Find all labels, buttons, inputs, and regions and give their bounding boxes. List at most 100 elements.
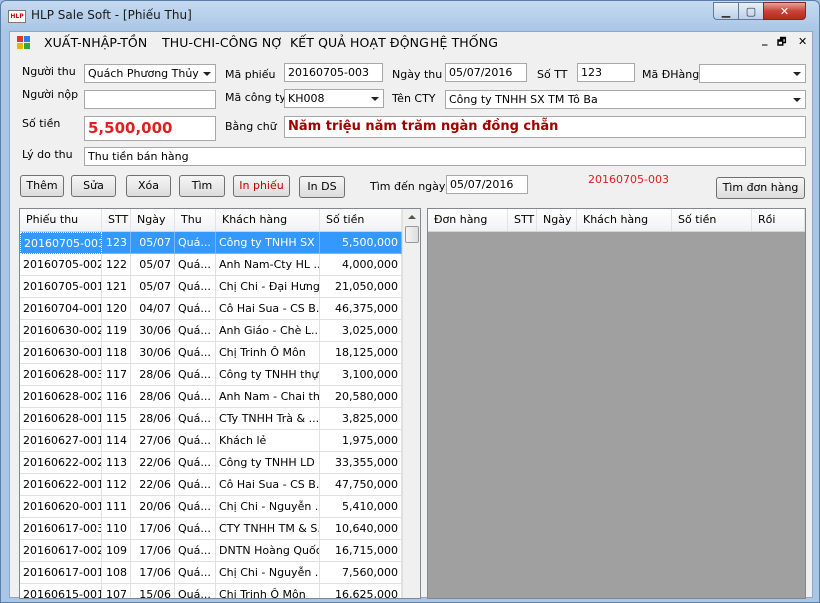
col-order-so-tien[interactable]: Số tiền: [672, 209, 752, 231]
table-row[interactable]: 20160628-003 117 28/06 Quá... Công ty TNHH t…: [20, 364, 402, 386]
ten-cty-combo[interactable]: Công ty TNHH SX TM Tô Ba: [445, 90, 806, 109]
table-cell: 30/06: [131, 342, 175, 364]
chevron-down-icon[interactable]: [790, 91, 803, 108]
col-so-tien[interactable]: Số tiền: [320, 209, 402, 231]
chevron-down-icon[interactable]: [790, 65, 803, 82]
table-cell: 05/07: [131, 232, 175, 254]
chevron-down-icon[interactable]: [368, 90, 381, 107]
table-cell: Khách lẻ: [216, 430, 320, 452]
table-row[interactable]: 20160615-001 107 15/06 Quá... Chị Trinh Ô Mô…: [20, 584, 402, 598]
nguoi-nop-field[interactable]: [84, 90, 216, 109]
table-row[interactable]: 20160628-001 115 28/06 Quá... CTy TNHH Trà &…: [20, 408, 402, 430]
close-button[interactable]: ✕: [763, 2, 806, 20]
tim-button[interactable]: Tìm: [179, 175, 225, 197]
table-row[interactable]: 20160622-002 113 22/06 Quá... Công ty TNHH L…: [20, 452, 402, 474]
so-tt-label: Số TT: [537, 68, 568, 81]
mdi-close-button[interactable]: ✕: [798, 35, 807, 48]
window-title: HLP Sale Soft - [Phiếu Thu]: [31, 8, 192, 22]
table-cell: 20160705-002: [20, 254, 102, 276]
scroll-thumb[interactable]: [405, 226, 419, 243]
ten-cty-value: Công ty TNHH SX TM Tô Ba: [449, 93, 598, 106]
table-cell: Chị Chi - Đại Hưng: [216, 276, 320, 298]
in-phieu-button[interactable]: In phiếu: [233, 175, 290, 197]
table-cell: 123: [102, 232, 131, 254]
table-row[interactable]: 20160617-003 110 17/06 Quá... CTY TNHH TM & …: [20, 518, 402, 540]
table-row[interactable]: 20160617-001 108 17/06 Quá... Chị Chi - Nguy…: [20, 562, 402, 584]
table-row[interactable]: 20160704-001 120 04/07 Quá... Cô Hai Sua - C…: [20, 298, 402, 320]
col-thu[interactable]: Thu: [175, 209, 216, 231]
table-cell: 17/06: [131, 540, 175, 562]
table-row[interactable]: 20160628-002 116 28/06 Quá... Anh Nam - Chai…: [20, 386, 402, 408]
table-row[interactable]: 20160622-001 112 22/06 Quá... Cô Hai Sua - C…: [20, 474, 402, 496]
col-stt[interactable]: STT: [102, 209, 131, 231]
menu-ket-qua-hoat-dong[interactable]: KẾT QUẢ HOẠT ĐỘNG: [290, 35, 429, 50]
nguoi-thu-combo[interactable]: Quách Phương Thủy: [84, 64, 216, 83]
mdi-restore-button[interactable]: 🗗: [777, 35, 786, 52]
col-order-roi[interactable]: Rồi: [752, 209, 805, 231]
col-don-hang[interactable]: Đơn hàng: [428, 209, 508, 231]
scroll-up-icon[interactable]: [403, 209, 420, 226]
xoa-button[interactable]: Xóa: [126, 175, 171, 197]
col-khach-hang[interactable]: Khách hàng: [216, 209, 320, 231]
ngay-thu-field[interactable]: 05/07/2016: [445, 63, 527, 82]
minimize-button[interactable]: ▁: [713, 2, 739, 20]
mdi-minimize-button[interactable]: _: [762, 33, 768, 46]
tim-don-hang-button[interactable]: Tìm đơn hàng: [716, 177, 805, 199]
receipts-scrollbar[interactable]: [402, 209, 420, 598]
table-cell: 28/06: [131, 364, 175, 386]
ma-cong-ty-combo[interactable]: KH008: [284, 89, 384, 108]
table-row[interactable]: 20160705-003 123 05/07 Quá... Công ty TNHH S…: [20, 232, 402, 254]
so-tt-field[interactable]: 123: [577, 63, 635, 82]
ma-phieu-label: Mã phiếu: [225, 68, 276, 81]
orders-grid[interactable]: Đơn hàng STT Ngày Khách hàng Số tiền Rồi: [427, 208, 806, 599]
so-tien-field[interactable]: 5,500,000: [84, 116, 216, 141]
table-cell: 17/06: [131, 518, 175, 540]
them-button[interactable]: Thêm: [20, 175, 64, 197]
table-row[interactable]: 20160627-001 114 27/06 Quá... Khách lẻ 1,975,…: [20, 430, 402, 452]
col-ngay[interactable]: Ngày: [131, 209, 175, 231]
menu-xuat-nhap-ton[interactable]: XUẤT-NHẬP-TỒN: [44, 35, 147, 50]
ma-phieu-field[interactable]: 20160705-003: [284, 63, 383, 82]
col-order-stt[interactable]: STT: [508, 209, 537, 231]
table-cell: Cô Hai Sua - CS B...: [216, 474, 320, 496]
chevron-down-icon[interactable]: [200, 65, 213, 82]
table-row[interactable]: 20160617-002 109 17/06 Quá... DNTN Hoàng Quố…: [20, 540, 402, 562]
table-row[interactable]: 20160620-001 111 20/06 Quá... Chị Chi - Nguy…: [20, 496, 402, 518]
table-cell: 20,580,000: [320, 386, 402, 408]
table-cell: Quá...: [175, 518, 216, 540]
receipts-grid[interactable]: Phiếu thu STT Ngày Thu Khách hàng Số tiề…: [19, 208, 421, 599]
title-bar[interactable]: HLP HLP Sale Soft - [Phiếu Thu] ▁ ▢ ✕: [1, 1, 819, 31]
table-cell: Chị Chi - Nguyễn ...: [216, 562, 320, 584]
table-row[interactable]: 20160705-002 122 05/07 Quá... Anh Nam-Cty HL…: [20, 254, 402, 276]
table-cell: Quá...: [175, 342, 216, 364]
table-cell: 116: [102, 386, 131, 408]
table-cell: 20160620-001: [20, 496, 102, 518]
table-cell: Quá...: [175, 452, 216, 474]
table-row[interactable]: 20160630-002 119 30/06 Quá... Anh Giáo - Chè…: [20, 320, 402, 342]
nguoi-nop-label: Người nộp: [22, 88, 79, 101]
table-cell: 21,050,000: [320, 276, 402, 298]
maximize-button[interactable]: ▢: [738, 2, 764, 20]
form-icon[interactable]: [17, 36, 30, 49]
table-row[interactable]: 20160630-001 118 30/06 Quá... Chị Trinh Ô Mô…: [20, 342, 402, 364]
tim-den-ngay-field[interactable]: 05/07/2016: [446, 175, 528, 194]
col-order-khach-hang[interactable]: Khách hàng: [577, 209, 672, 231]
bang-chu-field[interactable]: Năm triệu năm trăm ngàn đồng chẵn: [284, 116, 806, 138]
menu-thu-chi-cong-no[interactable]: THU-CHI-CÔNG NỢ: [162, 35, 283, 50]
menu-he-thong[interactable]: HỆ THỐNG: [430, 35, 498, 50]
table-cell: 20/06: [131, 496, 175, 518]
ly-do-thu-field[interactable]: Thu tiền bán hàng: [84, 147, 806, 166]
table-cell: 108: [102, 562, 131, 584]
col-order-ngay[interactable]: Ngày: [537, 209, 577, 231]
ma-dhang-label: Mã ĐHàng: [642, 68, 700, 81]
ma-cong-ty-value: KH008: [288, 92, 325, 105]
in-ds-button[interactable]: In DS: [299, 176, 345, 198]
col-phieu-thu[interactable]: Phiếu thu: [20, 209, 102, 231]
table-cell: 20160622-002: [20, 452, 102, 474]
table-cell: Anh Giáo - Chè L...: [216, 320, 320, 342]
ma-dhang-combo[interactable]: [699, 64, 806, 83]
table-cell: 5,500,000: [320, 232, 402, 254]
sua-button[interactable]: Sửa: [71, 175, 116, 197]
table-cell: 17/06: [131, 562, 175, 584]
table-row[interactable]: 20160705-001 121 05/07 Quá... Chị Chi - Đại …: [20, 276, 402, 298]
